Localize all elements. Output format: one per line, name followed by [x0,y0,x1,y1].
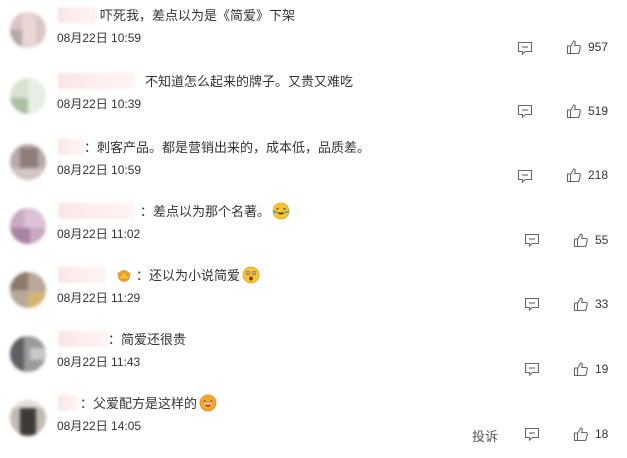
comment-item: ：还以为小说简爱 08月22日 11:29 33 [0,264,627,328]
like-count: 218 [588,168,609,182]
comment-icon[interactable] [524,297,540,312]
avatar[interactable] [10,272,46,308]
comment-text: ：简爱还很贵 [108,332,187,347]
astonished-emoji [242,266,260,284]
laughing-crying-emoji [272,202,290,220]
like-button[interactable]: 55 [573,232,608,248]
comment-icon[interactable] [517,104,533,119]
avatar[interactable] [10,400,46,436]
comment-time: 08月22日 14:05 [57,419,142,433]
comment-time: 08月22日 10:59 [57,163,142,177]
comment-time: 08月22日 11:02 [57,227,141,241]
comment-text: ：父爱配方是这样的 [80,394,217,414]
comment-icon[interactable] [524,233,540,248]
avatar[interactable] [10,208,46,244]
avatar[interactable] [10,78,46,114]
like-button[interactable]: 19 [573,361,608,377]
comment-text: ：还以为小说简爱 [110,266,260,286]
like-button[interactable]: 33 [573,296,608,312]
like-button[interactable]: 957 [566,39,608,55]
like-button[interactable]: 519 [566,103,608,119]
comment-text-content: ：差点以为那个名著。 [140,204,271,219]
comment-text-content: ：父爱配方是这样的 [80,396,198,411]
report-link[interactable]: 投诉 [472,426,498,445]
like-count: 33 [595,297,609,311]
comment-time: 08月22日 11:29 [57,291,141,305]
comment-time: 08月22日 10:39 [57,97,142,111]
comment-text: ：刺客产品。都是营销出来的，成本低，品质差。 [84,140,371,155]
comment-item: ：刺客产品。都是营销出来的，成本低，品质差。 08月22日 10:59 218 [0,136,627,200]
comment-text: 不知道怎么起来的牌子。又贵又难吃 [145,74,354,89]
grinning-emoji [199,394,217,412]
like-count: 19 [595,362,609,376]
user-name[interactable] [58,267,106,283]
avatar[interactable] [10,336,46,372]
thumbs-up-icon [566,168,581,183]
comment-time: 08月22日 11:43 [57,355,141,369]
comment-text-content: ：还以为小说简爱 [136,268,241,283]
avatar[interactable] [10,12,46,48]
thumbs-up-icon [573,427,588,442]
thumbs-up-icon [566,104,581,119]
crown-badge-icon [117,270,131,282]
comment-text: ：差点以为那个名著。 [140,202,290,222]
comment-icon[interactable] [517,169,533,184]
comment-item: ：父爱配方是这样的 08月22日 14:05 投诉 18 [0,392,627,456]
like-count: 55 [595,233,609,247]
comment-icon[interactable] [524,362,540,377]
like-button[interactable]: 18 [573,426,608,442]
thumbs-up-icon [573,233,588,248]
comment-icon[interactable] [524,427,540,442]
comment-item: 吓死我，差点以为是《简爱》下架 08月22日 10:59 957 [0,4,627,68]
comment-text: 吓死我，差点以为是《简爱》下架 [100,8,296,23]
like-count: 957 [588,40,609,54]
thumbs-up-icon [573,297,588,312]
user-name[interactable] [58,139,84,155]
user-name[interactable] [58,73,134,89]
user-name[interactable] [58,203,134,219]
user-name[interactable] [58,395,78,411]
avatar[interactable] [10,144,46,180]
like-count: 519 [588,104,609,118]
thumbs-up-icon [573,362,588,377]
comment-item: ：简爱还很贵 08月22日 11:43 19 [0,328,627,392]
thumbs-up-icon [566,40,581,55]
user-name[interactable] [58,7,96,23]
like-count: 18 [595,427,609,441]
comment-icon[interactable] [517,41,533,56]
comment-item: 不知道怎么起来的牌子。又贵又难吃 08月22日 10:39 519 [0,70,627,134]
comment-item: ：差点以为那个名著。 08月22日 11:02 55 [0,200,627,264]
user-name[interactable] [58,331,108,347]
like-button[interactable]: 218 [566,167,608,183]
comment-time: 08月22日 10:59 [57,31,142,45]
